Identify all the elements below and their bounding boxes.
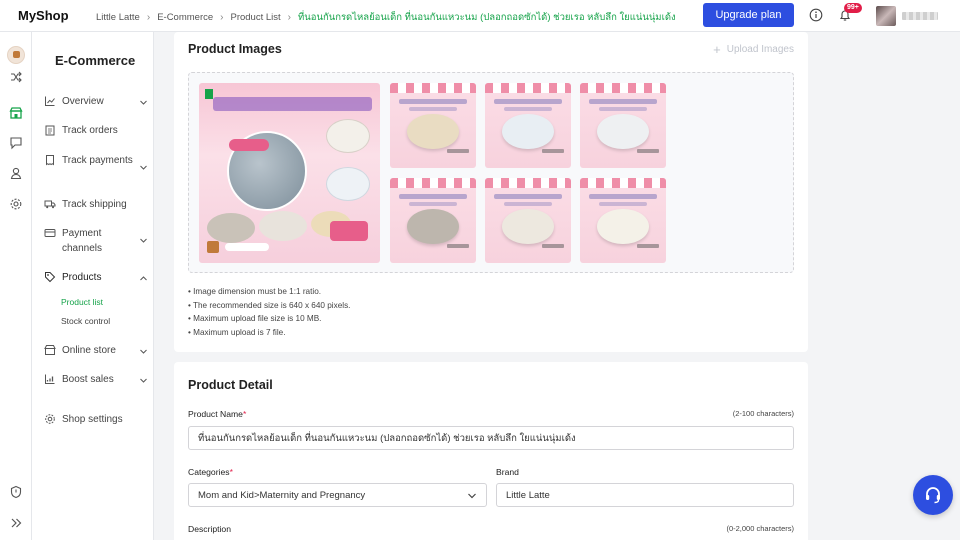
tag-icon (45, 272, 56, 283)
shuffle-icon[interactable] (9, 70, 23, 84)
sidebar-item-payment-channels[interactable]: Payment channels (44, 227, 148, 256)
user-name-redacted[interactable] (902, 12, 938, 20)
chevron-down-icon (468, 493, 476, 499)
sidebar-item-shop-settings[interactable]: Shop settings (44, 413, 148, 428)
sidebar-subitem-product-list[interactable]: Product list (61, 297, 103, 307)
chart-icon (45, 96, 55, 106)
gear-icon[interactable] (9, 197, 23, 211)
description-label: Description (188, 524, 231, 534)
categories-value: Mom and Kid>Maternity and Pregnancy (198, 489, 366, 501)
gear-icon (45, 414, 55, 424)
bookmark-icon (205, 89, 213, 99)
sidebar-item-label: Products (62, 272, 102, 283)
card-icon (44, 229, 56, 237)
categories-label: Categories* (188, 467, 233, 477)
image-dropzone[interactable] (188, 72, 794, 273)
sidebar-item-label: Overview (62, 96, 104, 107)
description-limit: (0-2,000 characters) (726, 524, 794, 533)
support-chat-button[interactable] (913, 475, 953, 515)
product-image-thumbnail[interactable] (580, 178, 666, 263)
sidebar-item-label: Shop settings (62, 414, 123, 425)
section-title: Product Detail (188, 378, 273, 392)
hint-text: • The recommended size is 640 x 640 pixe… (188, 300, 351, 310)
breadcrumb-current: ที่นอนกันกรดไหลย้อนเด็ก ที่นอนกันแหวะนม … (298, 12, 676, 23)
store-icon[interactable] (9, 106, 23, 120)
chevron-down-icon (140, 349, 147, 354)
sidebar-item-label: Boost sales (62, 374, 114, 385)
clipboard-icon (45, 125, 55, 136)
product-image-thumbnail[interactable] (485, 178, 571, 263)
sidebar-subitem-stock-control[interactable]: Stock control (61, 316, 110, 326)
upgrade-plan-button[interactable]: Upgrade plan (703, 3, 794, 27)
truck-icon (44, 200, 56, 209)
sidebar-item-track-shipping[interactable]: Track shipping (44, 198, 148, 213)
sidebar-item-label: Track payments (62, 155, 133, 166)
sidebar-item-track-payments[interactable]: Track payments (44, 154, 148, 172)
product-image-main[interactable] (199, 83, 380, 263)
app-logo[interactable]: MyShop (18, 8, 69, 23)
breadcrumb-item[interactable]: Little Latte (96, 12, 140, 23)
store-icon (44, 345, 56, 355)
user-icon[interactable] (9, 166, 23, 180)
avatar[interactable] (876, 6, 896, 26)
image-requirements: • Image dimension must be 1:1 ratio. • T… (188, 285, 350, 339)
sidebar-item-label: Track orders (62, 125, 118, 136)
product-name-limit: (2-100 characters) (732, 409, 794, 418)
shop-logo-icon[interactable] (7, 46, 25, 64)
chevron-up-icon (140, 276, 147, 281)
product-images-card: Product Images + Upload Images • Image d… (174, 32, 808, 352)
chevron-right-icon: › (220, 12, 224, 23)
section-title: Product Images (188, 42, 282, 56)
product-name-input[interactable]: ที่นอนกันกรดไหลย้อนเด็ก ที่นอนกันแหวะนม … (188, 426, 794, 450)
sidebar-item-overview[interactable]: Overview (44, 95, 148, 110)
growth-icon (45, 374, 55, 384)
plus-icon: + (713, 41, 721, 57)
chevron-down-icon (140, 238, 147, 243)
upload-images-label: Upload Images (726, 44, 794, 55)
categories-select[interactable]: Mom and Kid>Maternity and Pregnancy (188, 483, 487, 507)
product-detail-card: Product Detail Product Name* (2-100 char… (174, 362, 808, 540)
upload-images-button[interactable]: + Upload Images (713, 41, 794, 57)
notification-badge: 99+ (844, 3, 862, 13)
receipt-icon (46, 155, 54, 166)
product-name-label: Product Name* (188, 409, 247, 419)
shield-icon[interactable] (9, 485, 23, 499)
brand-input[interactable]: Little Latte (496, 483, 794, 507)
headset-icon (926, 487, 940, 504)
top-bar: MyShop Little Latte › E-Commerce › Produ… (0, 0, 960, 32)
chevron-down-icon (140, 165, 147, 170)
hint-text: • Maximum upload is 7 file. (188, 327, 286, 337)
sidebar: E-Commerce Overview Track orders Track p… (32, 32, 154, 540)
chevron-down-icon (140, 378, 147, 383)
product-image-thumbnail[interactable] (390, 83, 476, 168)
sidebar-item-products[interactable]: Products (44, 271, 148, 286)
product-image-thumbnail[interactable] (390, 178, 476, 263)
sidebar-item-online-store[interactable]: Online store (44, 344, 148, 359)
info-icon[interactable] (809, 8, 823, 22)
sidebar-item-label: Track shipping (62, 199, 127, 210)
sidebar-title: E-Commerce (55, 53, 136, 68)
chat-icon[interactable] (9, 136, 23, 150)
product-image-thumbnail[interactable] (580, 83, 666, 168)
chevron-down-icon (140, 100, 147, 105)
breadcrumb-item[interactable]: Product List (230, 12, 280, 23)
sidebar-item-boost-sales[interactable]: Boost sales (44, 373, 148, 388)
sidebar-item-label: Online store (62, 345, 116, 356)
product-image-thumbnail[interactable] (485, 83, 571, 168)
double-chevron-right-icon[interactable] (9, 516, 23, 530)
brand-label: Brand (496, 467, 519, 477)
sidebar-item-track-orders[interactable]: Track orders (44, 124, 148, 139)
breadcrumb: Little Latte › E-Commerce › Product List… (96, 10, 676, 25)
chevron-right-icon: › (287, 12, 291, 23)
hint-text: • Maximum upload file size is 10 MB. (188, 314, 322, 323)
icon-rail (0, 32, 32, 540)
sidebar-item-label: Payment channels (62, 228, 103, 254)
chevron-right-icon: › (146, 12, 151, 23)
hint-text: • Image dimension must be 1:1 ratio. (188, 287, 322, 296)
breadcrumb-item[interactable]: E-Commerce (157, 12, 213, 23)
